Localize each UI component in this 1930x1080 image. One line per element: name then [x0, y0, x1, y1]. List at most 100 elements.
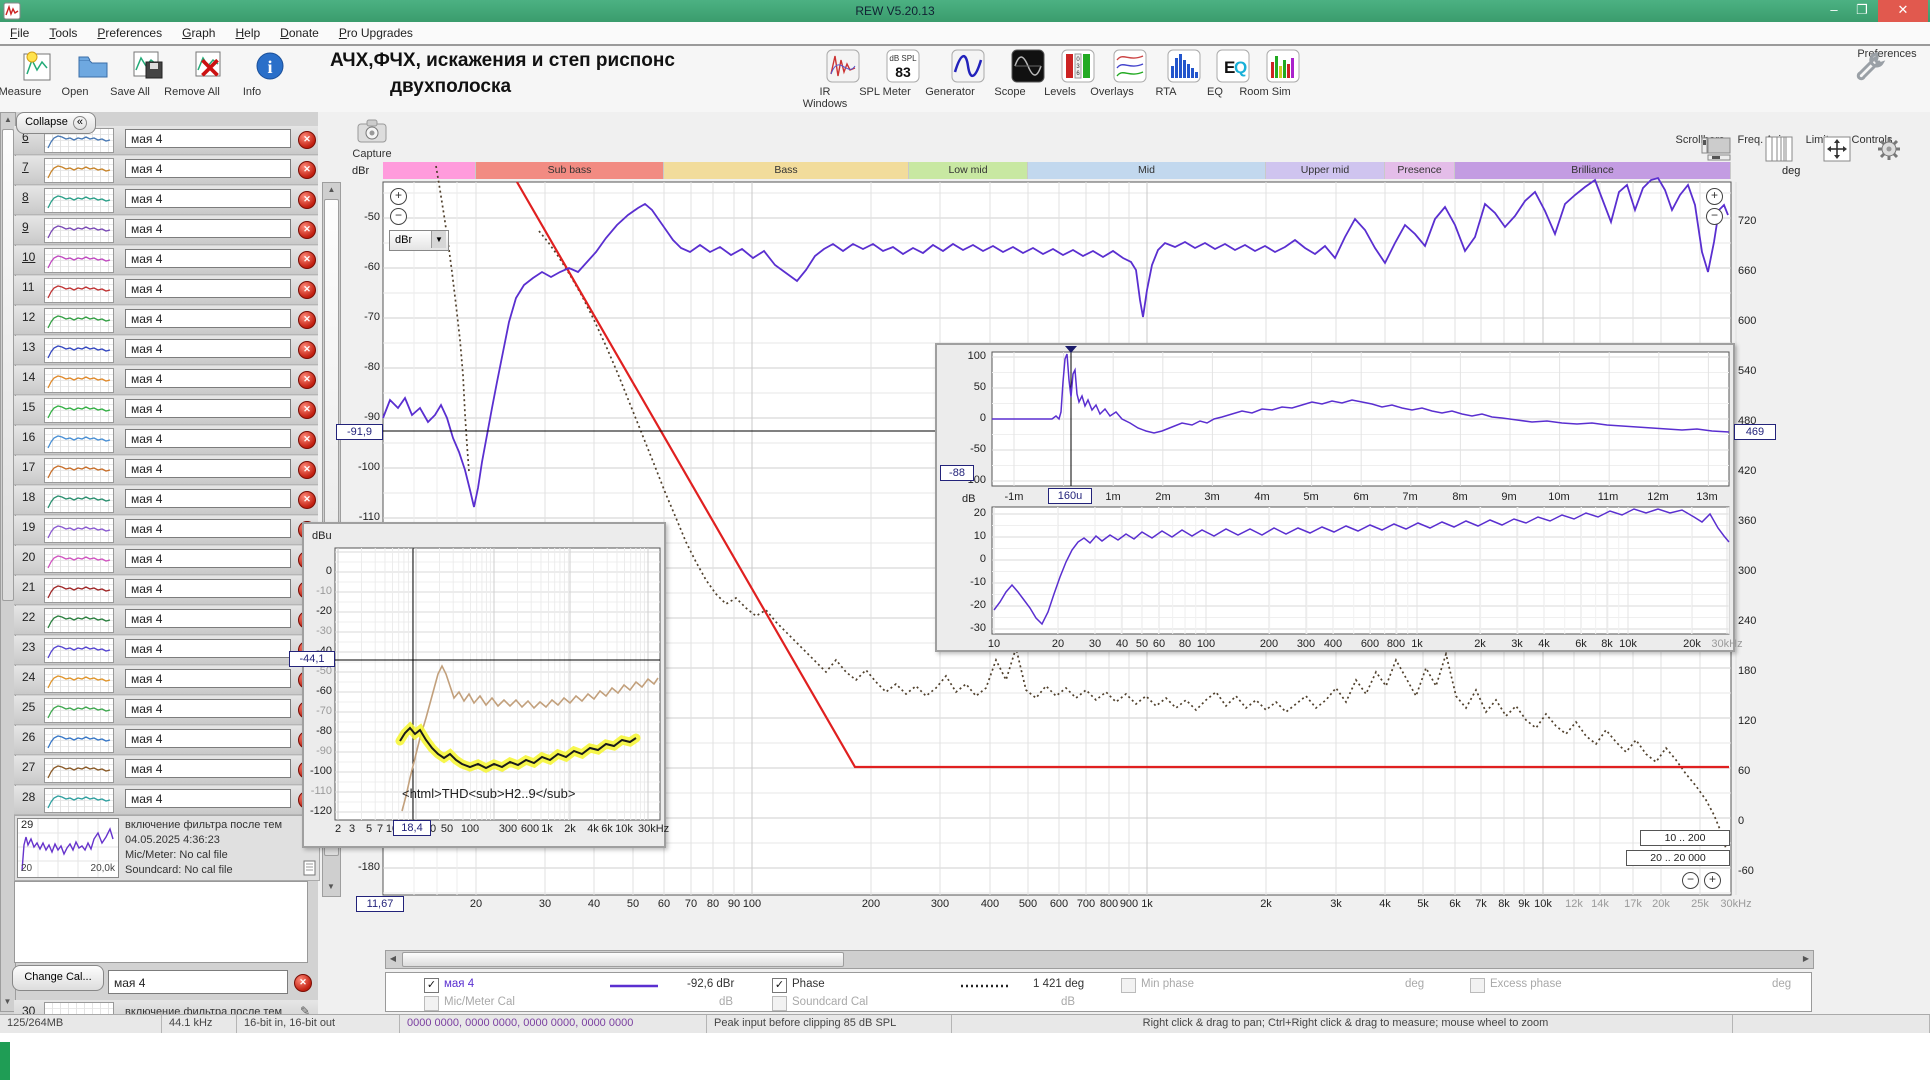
- measurement-row-9[interactable]: 9мая 4✕: [14, 216, 318, 245]
- phase-checkbox[interactable]: ✓: [772, 978, 787, 993]
- measurement-name-input[interactable]: мая 4: [125, 249, 291, 268]
- measurement-name-input[interactable]: мая 4: [125, 309, 291, 328]
- toolbar-generator-button[interactable]: Generator: [922, 48, 978, 98]
- scroll-down-icon[interactable]: ▼: [1, 995, 14, 1009]
- delete-measurement-icon[interactable]: ✕: [298, 431, 316, 449]
- controls-button[interactable]: Controls: [1840, 134, 1904, 146]
- measurement-row-22[interactable]: 22мая 4✕: [14, 606, 318, 635]
- delete-measurement-icon[interactable]: ✕: [298, 251, 316, 269]
- toolbar-overlays-button[interactable]: Overlays: [1084, 48, 1140, 98]
- toolbar-scope-button[interactable]: Scope: [982, 48, 1038, 98]
- menu-tools[interactable]: Tools: [39, 22, 87, 43]
- thd-inset-window[interactable]: dBu <html>THD<sub>H2..9</sub> 0-10-20-30…: [302, 522, 666, 848]
- toolbar-open-button[interactable]: Open: [47, 48, 103, 98]
- scroll-up-icon[interactable]: ▲: [323, 183, 340, 197]
- notes-icon[interactable]: [303, 860, 316, 876]
- measurement-row-23[interactable]: 23мая 4✕: [14, 636, 318, 665]
- measurement-row-17[interactable]: 17мая 4✕: [14, 456, 318, 485]
- measurement-name-input[interactable]: мая 4: [125, 579, 291, 598]
- measurement-row-13[interactable]: 13мая 4✕: [14, 336, 318, 365]
- scrollbars-button[interactable]: Scrollbars: [1668, 134, 1732, 146]
- zoom-out-button[interactable]: −: [390, 208, 407, 225]
- measurement-name-input[interactable]: мая 4: [125, 669, 291, 688]
- toolbar-save-all-button[interactable]: Save All: [102, 48, 158, 98]
- measurement-name-input[interactable]: мая 4: [125, 489, 291, 508]
- delete-measurement-icon[interactable]: ✕: [298, 461, 316, 479]
- x-range-box[interactable]: 10 .. 200: [1640, 830, 1730, 846]
- toolbar-spl-meter-button[interactable]: dB SPL83SPL Meter: [857, 48, 913, 98]
- measurement-row-21[interactable]: 21мая 4✕: [14, 576, 318, 605]
- title-bar[interactable]: REW V5.20.13 – ❐ ✕: [0, 0, 1930, 22]
- measurement-row-10[interactable]: 10мая 4✕: [14, 246, 318, 275]
- notes-box[interactable]: [14, 881, 308, 963]
- preferences-button[interactable]: Preferences: [1852, 48, 1922, 60]
- close-button[interactable]: ✕: [1878, 0, 1928, 22]
- scrollbar-thumb[interactable]: [2, 129, 14, 601]
- toolbar-room-sim-button[interactable]: Room Sim: [1237, 48, 1293, 98]
- zoom-in-button[interactable]: +: [1704, 872, 1721, 889]
- soundcard-cal-checkbox[interactable]: [772, 996, 787, 1011]
- delete-measurement-icon[interactable]: ✕: [298, 311, 316, 329]
- measurement-row-26[interactable]: 26мая 4✕: [14, 726, 318, 755]
- trace-checkbox[interactable]: ✓: [424, 978, 439, 993]
- maximize-button[interactable]: ❐: [1848, 0, 1876, 22]
- selected-measurement-panel[interactable]: 29 20 20,0k включение фильтра после тем …: [14, 815, 320, 881]
- x-range-box[interactable]: 20 .. 20 000: [1626, 850, 1730, 866]
- toolbar-eq-button[interactable]: EQEQ: [1187, 48, 1243, 98]
- measurement-row-19[interactable]: 19мая 4✕: [14, 516, 318, 545]
- measurement-name-input[interactable]: мая 4: [125, 519, 291, 538]
- zoom-in-button[interactable]: +: [1706, 188, 1723, 205]
- toolbar-info-button[interactable]: iInfo: [224, 48, 280, 98]
- menu-donate[interactable]: Donate: [270, 22, 329, 43]
- y-axis-dropdown[interactable]: dBr ▼: [389, 230, 449, 251]
- menu-help[interactable]: Help: [225, 22, 270, 43]
- delete-measurement-icon[interactable]: ✕: [298, 371, 316, 389]
- measurement-name-input[interactable]: мая 4: [125, 789, 291, 808]
- measurement-row-7[interactable]: 7мая 4✕: [14, 156, 318, 185]
- measurement-name-input[interactable]: мая 4: [125, 759, 291, 778]
- menu-file[interactable]: File: [0, 22, 39, 43]
- menu-graph[interactable]: Graph: [172, 22, 225, 43]
- excess-phase-checkbox[interactable]: [1470, 978, 1485, 993]
- freq-axis-button[interactable]: Freq. Axis: [1730, 134, 1794, 146]
- scroll-down-icon[interactable]: ▼: [323, 880, 339, 894]
- measurement-row-18[interactable]: 18мая 4✕: [14, 486, 318, 515]
- collapse-button[interactable]: Collapse «: [16, 112, 96, 134]
- measurement-row-24[interactable]: 24мая 4✕: [14, 666, 318, 695]
- delete-measurement-icon[interactable]: ✕: [298, 491, 316, 509]
- delete-measurement-icon[interactable]: ✕: [298, 191, 316, 209]
- measurement-name-input[interactable]: мая 4: [125, 369, 291, 388]
- toolbar-ir-windows-button[interactable]: IR Windows: [797, 48, 853, 110]
- delete-measurement-icon[interactable]: ✕: [298, 281, 316, 299]
- delete-measurement-icon[interactable]: ✕: [298, 131, 316, 149]
- measurement-row-25[interactable]: 25мая 4✕: [14, 696, 318, 725]
- measurement-name-input[interactable]: мая 4: [125, 429, 291, 448]
- delete-measurement-icon[interactable]: ✕: [298, 401, 316, 419]
- measurement-name-input[interactable]: мая 4: [125, 699, 291, 718]
- measurement-row-14[interactable]: 14мая 4✕: [14, 366, 318, 395]
- measurement-name-input[interactable]: мая 4: [125, 129, 291, 148]
- scrollbar-thumb[interactable]: [402, 952, 844, 967]
- delete-measurement-icon[interactable]: ✕: [298, 341, 316, 359]
- min-phase-checkbox[interactable]: [1121, 978, 1136, 993]
- measurement-name-input[interactable]: мая 4: [125, 159, 291, 178]
- delete-measurement-icon[interactable]: ✕: [298, 161, 316, 179]
- toolbar-remove-all-button[interactable]: ✕Remove All: [164, 48, 220, 98]
- measurement-row-15[interactable]: 15мая 4✕: [14, 396, 318, 425]
- measurement-name-input[interactable]: мая 4: [125, 189, 291, 208]
- measurement-name-input[interactable]: мая 4: [125, 399, 291, 418]
- change-cal-button[interactable]: Change Cal...: [12, 965, 104, 991]
- toolbar-levels-button[interactable]: 036Levels: [1032, 48, 1088, 98]
- measurement-name-input[interactable]: мая 4: [125, 549, 291, 568]
- toolbar-measure-button[interactable]: Measure: [0, 48, 48, 98]
- measurement-row-20[interactable]: 20мая 4✕: [14, 546, 318, 575]
- measurement-name-input[interactable]: мая 4: [125, 339, 291, 358]
- measurement-name-input[interactable]: мая 4: [125, 219, 291, 238]
- zoom-out-button[interactable]: −: [1706, 208, 1723, 225]
- capture-button[interactable]: Capture: [352, 118, 392, 160]
- menu-pro-upgrades[interactable]: Pro Upgrades: [329, 22, 423, 43]
- measurement-row-16[interactable]: 16мая 4✕: [14, 426, 318, 455]
- measurement-row-8[interactable]: 8мая 4✕: [14, 186, 318, 215]
- delete-measurement-icon[interactable]: ✕: [298, 221, 316, 239]
- scroll-left-icon[interactable]: ◀: [386, 951, 400, 966]
